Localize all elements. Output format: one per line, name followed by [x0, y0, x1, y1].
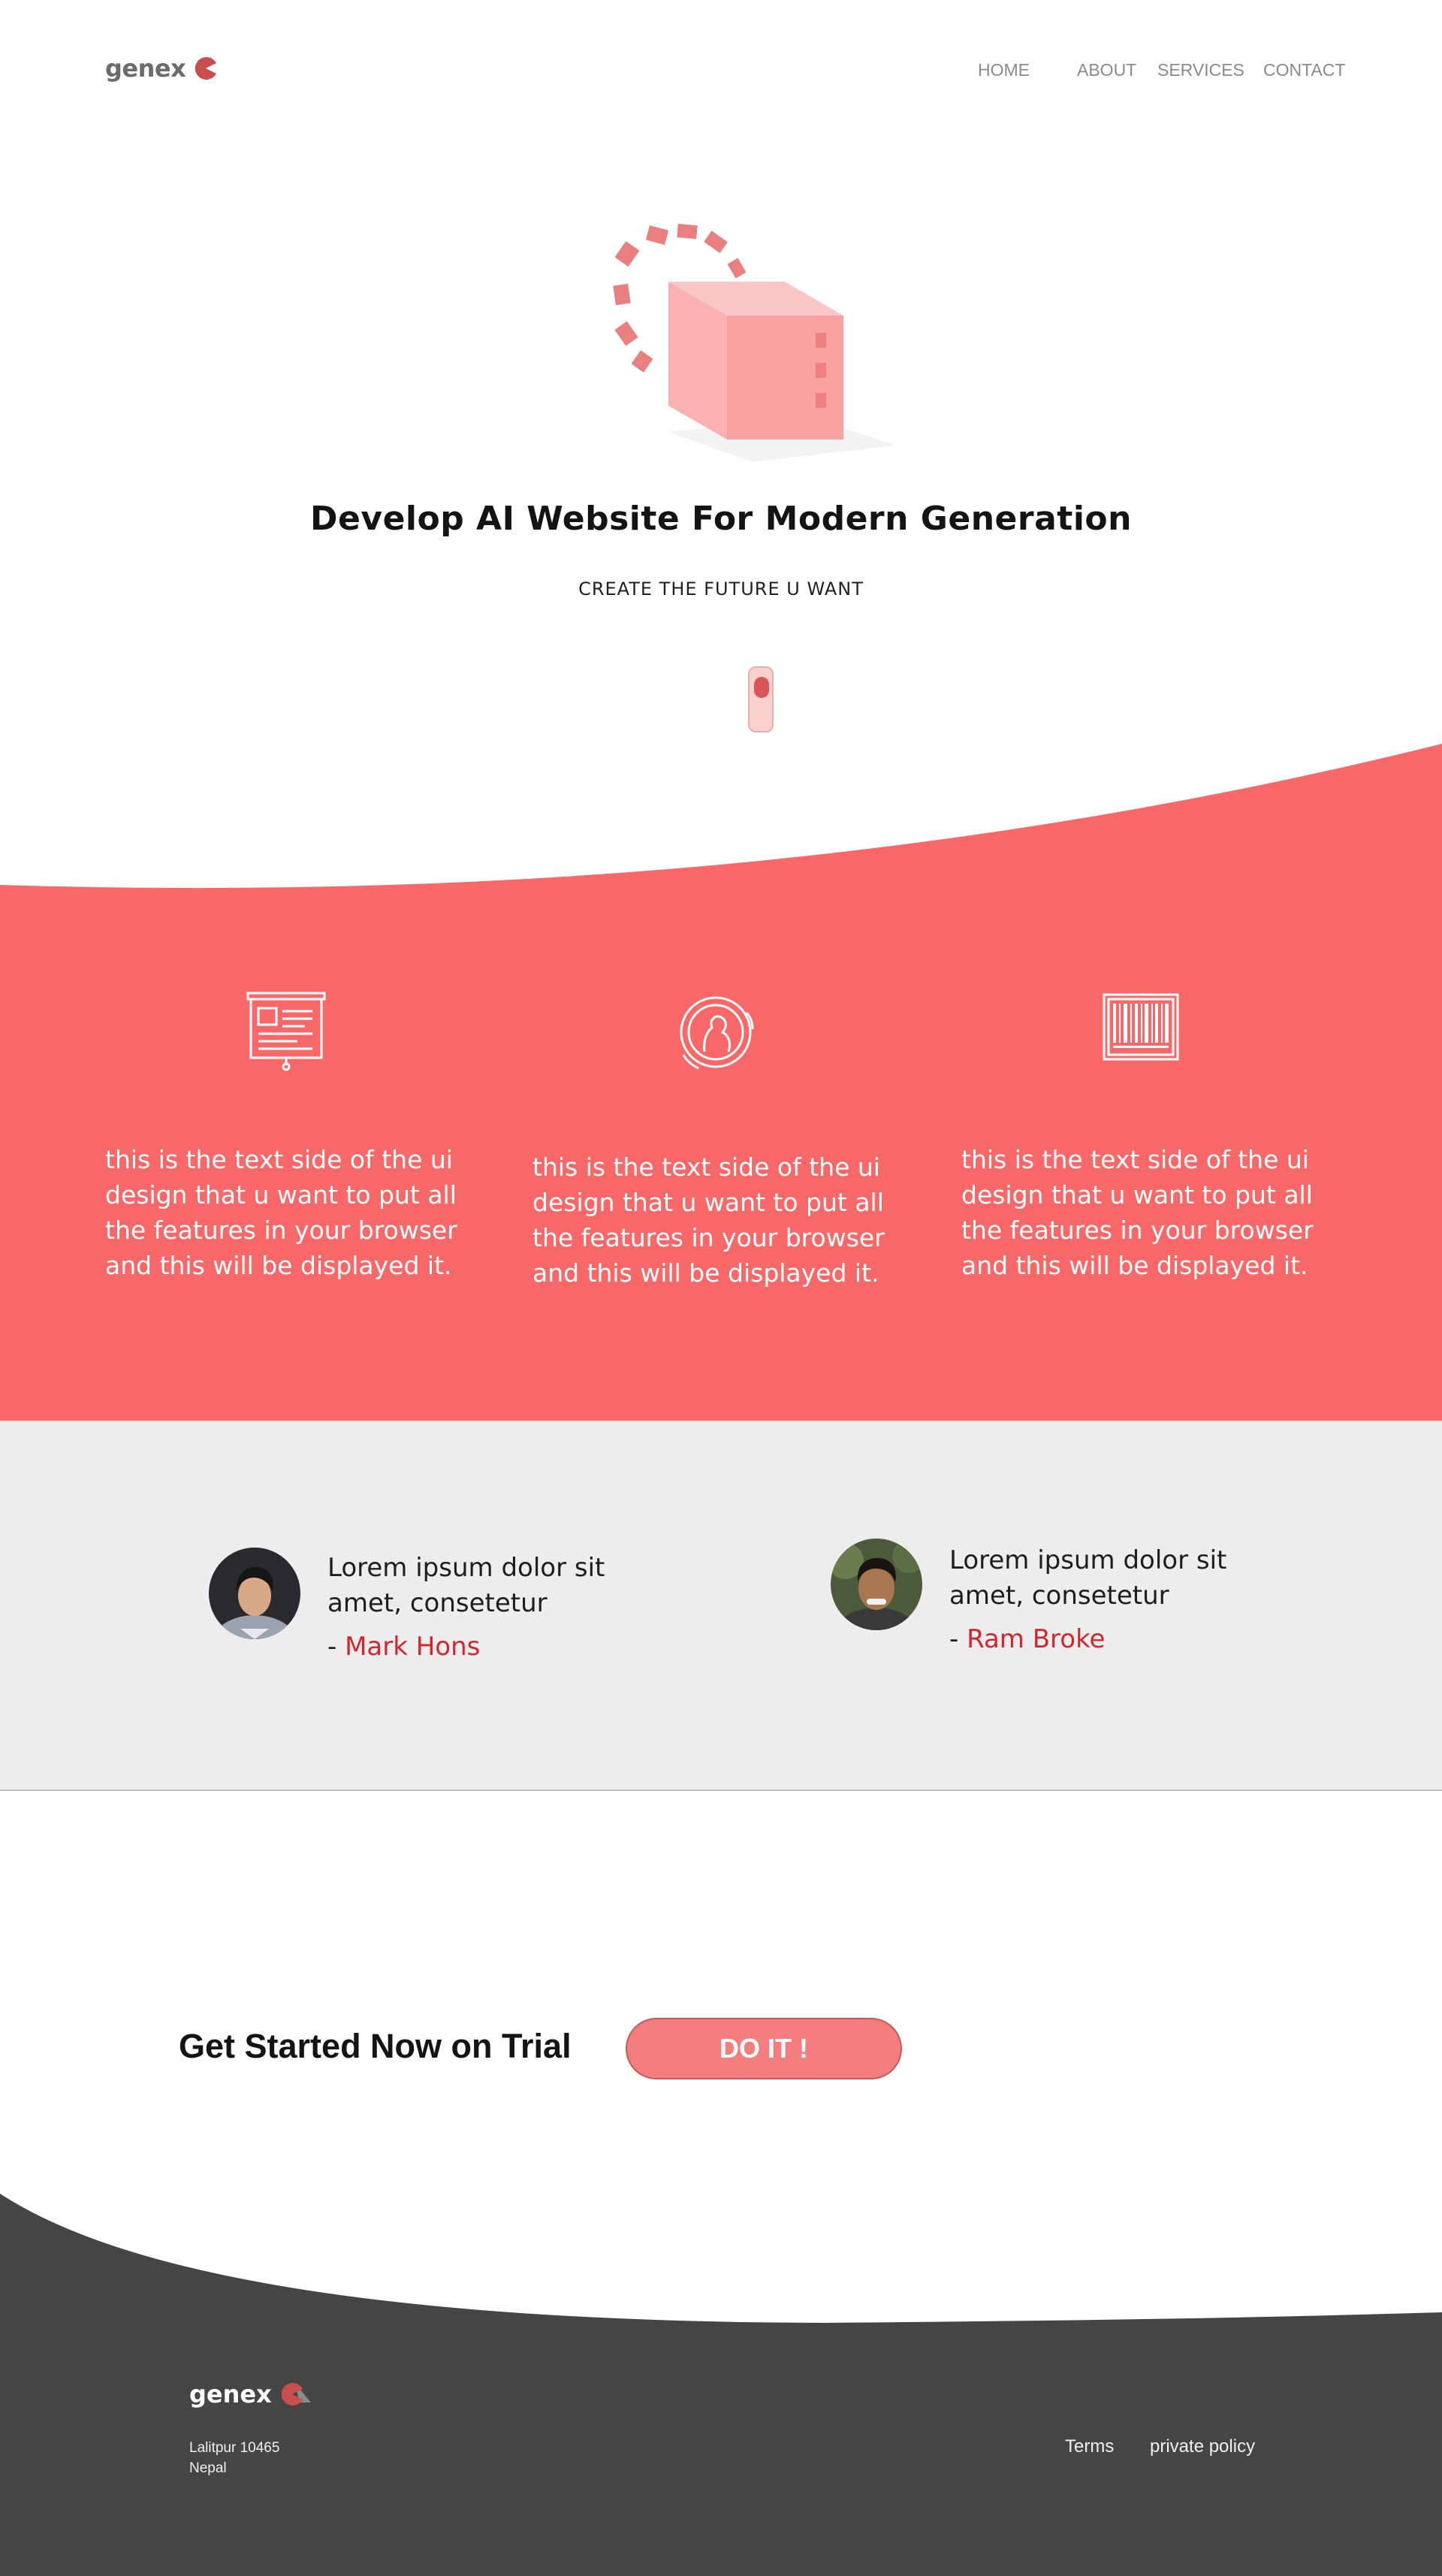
footer-logo[interactable]: genex	[189, 2380, 312, 2408]
footer-privacy-link[interactable]: private policy	[1150, 2436, 1255, 2457]
feature-text-3: this is the text side of the ui design t…	[961, 1145, 1314, 1280]
presentation-board-icon	[246, 992, 326, 1071]
hero-subtitle: CREATE THE FUTURE U WANT	[578, 578, 864, 599]
nav-home-link[interactable]: HOME	[978, 60, 1030, 80]
features-background-wave	[0, 744, 1442, 1422]
testimonial-1-author-link[interactable]: Mark Hons	[345, 1632, 480, 1662]
nav-services-link[interactable]: SERVICES	[1157, 60, 1244, 80]
testimonial-1: Lorem ipsum dolor sit amet, consetetur -…	[327, 1551, 643, 1662]
avatar-ram-broke	[831, 1539, 922, 1630]
coin-portrait-icon	[680, 996, 754, 1070]
scroll-indicator[interactable]	[748, 666, 774, 732]
author-dash: -	[949, 1624, 967, 1654]
testimonial-1-quote: Lorem ipsum dolor sit amet, consetetur	[327, 1553, 605, 1618]
author-dash: -	[327, 1632, 345, 1662]
footer-address-line-1: Lalitpur 10465	[189, 2440, 280, 2456]
scroll-indicator-dot	[754, 677, 769, 698]
testimonial-2-author-link[interactable]: Ram Broke	[967, 1624, 1105, 1654]
do-it-button[interactable]: DO IT !	[626, 2018, 902, 2079]
avatar-mark-hons	[209, 1548, 300, 1639]
hero-title: Develop AI Website For Modern Generation	[310, 500, 1132, 538]
hero-cube-illustration	[613, 223, 895, 462]
barcode-icon	[1103, 993, 1179, 1061]
feature-text-1: this is the text side of the ui design t…	[105, 1145, 457, 1280]
nav-about-link[interactable]: ABOUT	[1077, 60, 1136, 80]
nav-contact-link[interactable]: CONTACT	[1263, 60, 1345, 80]
testimonial-1-author-line: - Mark Hons	[327, 1632, 643, 1662]
testimonial-2-quote: Lorem ipsum dolor sit amet, consetetur	[949, 1545, 1227, 1611]
footer-logo-text: genex	[189, 2380, 272, 2408]
cta-title: Get Started Now on Trial	[179, 2027, 572, 2065]
feature-text-2: this is the text side of the ui design t…	[532, 1152, 885, 1288]
footer-terms-link[interactable]: Terms	[1065, 2436, 1114, 2457]
testimonial-2-author-line: - Ram Broke	[949, 1624, 1265, 1654]
footer-address-line-2: Nepal	[189, 2460, 227, 2476]
footer-logo-pie-icon	[281, 2383, 311, 2405]
testimonial-2: Lorem ipsum dolor sit amet, consetetur -…	[949, 1543, 1265, 1654]
footer-address: Lalitpur 10465 Nepal	[189, 2438, 279, 2478]
main-nav: HOME ABOUT SERVICES CONTACT	[0, 60, 1442, 86]
